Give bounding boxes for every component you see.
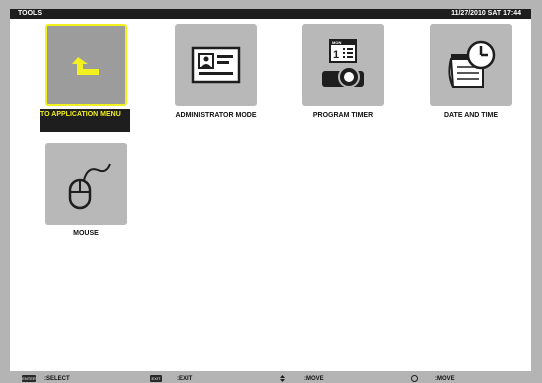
tools-panel: TO APPLICATION MENU ADMINISTRATOR MODE M… <box>10 19 531 371</box>
mouse-move-hint: :MOVE <box>435 376 455 382</box>
administrator-mode-button[interactable] <box>175 24 257 106</box>
mouse-label: MOUSE <box>73 230 99 237</box>
exit-key-icon: EXIT <box>150 375 162 382</box>
mouse-move-icon <box>411 375 418 382</box>
arrow-keys-icon <box>280 375 285 382</box>
administrator-mode-label: ADMINISTRATOR MODE <box>175 112 257 119</box>
window-title: TOOLS <box>18 10 42 17</box>
date-time-display: 11/27/2010 SAT 17:44 <box>451 10 521 17</box>
program-timer-button[interactable]: MON 1 <box>302 24 384 106</box>
mouse-icon <box>68 163 111 210</box>
date-and-time-label: DATE AND TIME <box>443 112 499 119</box>
title-bar: TOOLS 11/27/2010 SAT 17:44 <box>10 9 531 19</box>
mouse-button[interactable] <box>45 143 127 225</box>
to-application-menu-button[interactable] <box>45 24 127 106</box>
return-arrow-icon <box>72 57 99 75</box>
move-hint: :MOVE <box>304 376 324 382</box>
date-and-time-button[interactable] <box>430 24 512 106</box>
enter-key-icon: ENTER <box>22 375 36 382</box>
svg-text:1: 1 <box>333 49 339 61</box>
timer-calendar-icon: MON 1 <box>322 39 364 88</box>
calendar-clock-icon <box>448 40 496 88</box>
program-timer-label: PROGRAM TIMER <box>312 112 374 119</box>
footer-hints: ENTER :SELECT EXIT :EXIT :MOVE :MOVE <box>0 374 542 383</box>
select-hint: :SELECT <box>44 376 70 382</box>
to-application-menu-label: TO APPLICATION MENU <box>40 109 130 132</box>
exit-hint: :EXIT <box>177 376 193 382</box>
svg-text:MON: MON <box>332 40 341 45</box>
id-card-icon <box>191 46 241 84</box>
